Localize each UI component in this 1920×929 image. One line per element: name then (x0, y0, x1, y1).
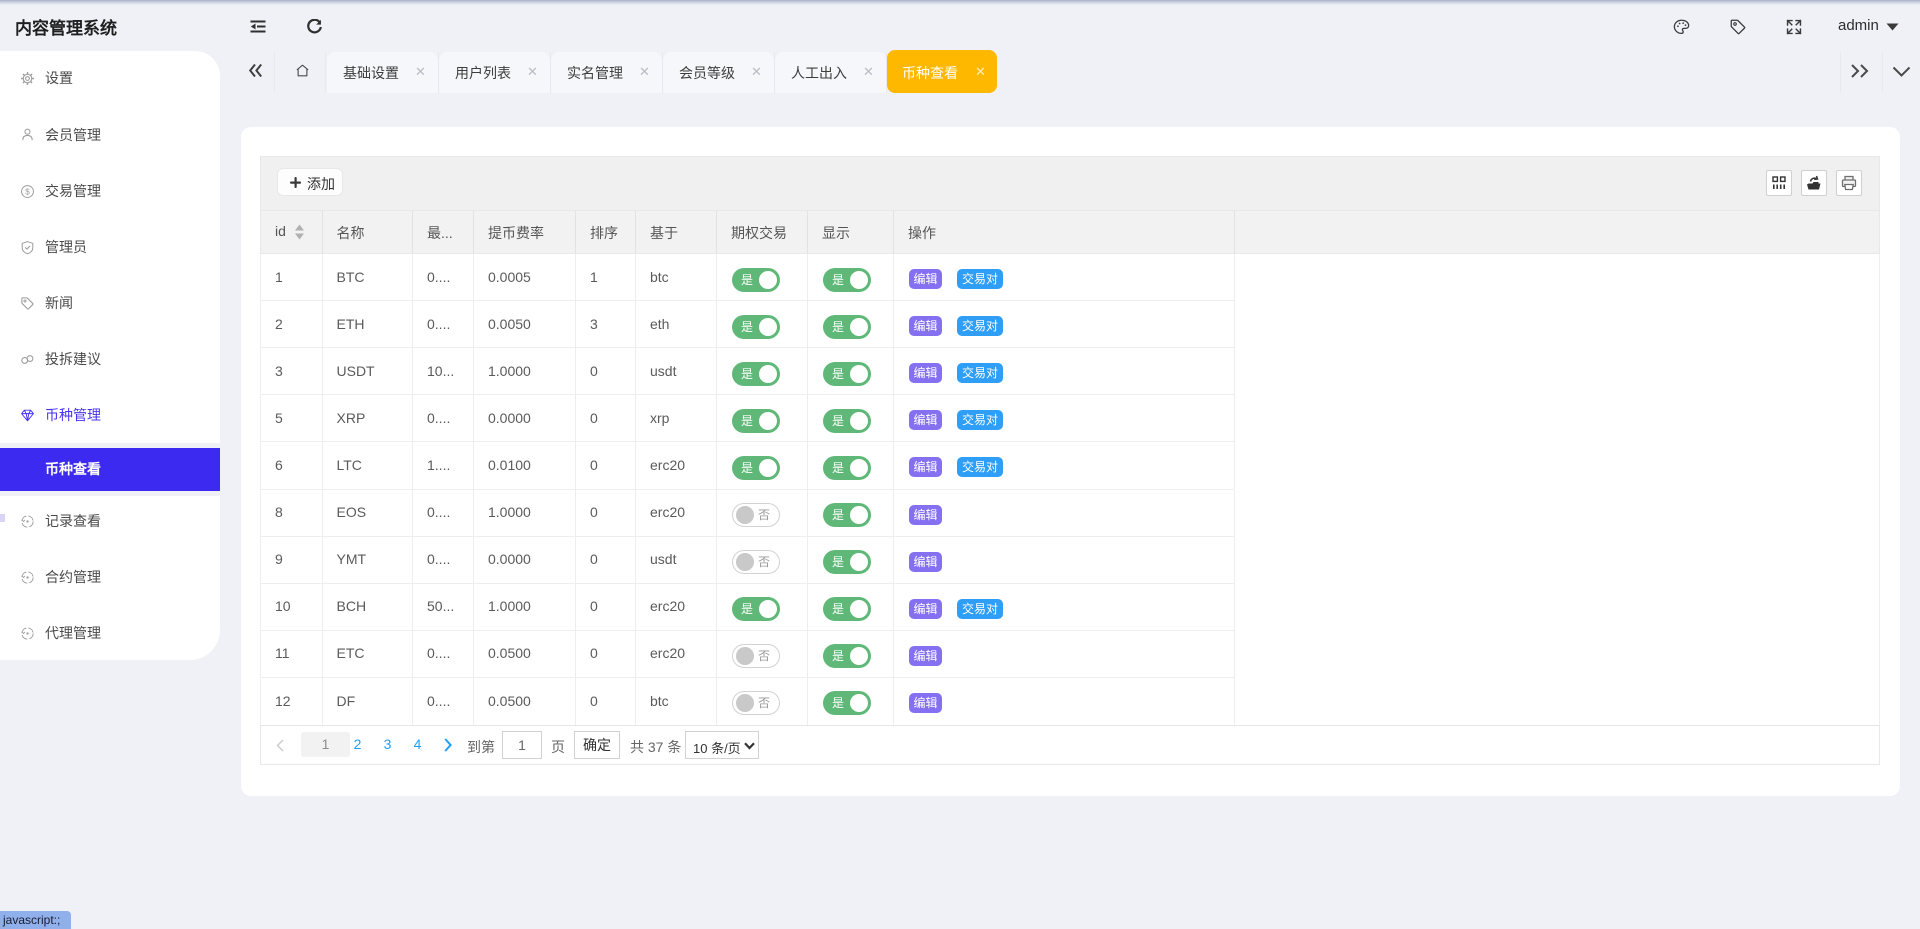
svg-text:$: $ (25, 187, 30, 196)
